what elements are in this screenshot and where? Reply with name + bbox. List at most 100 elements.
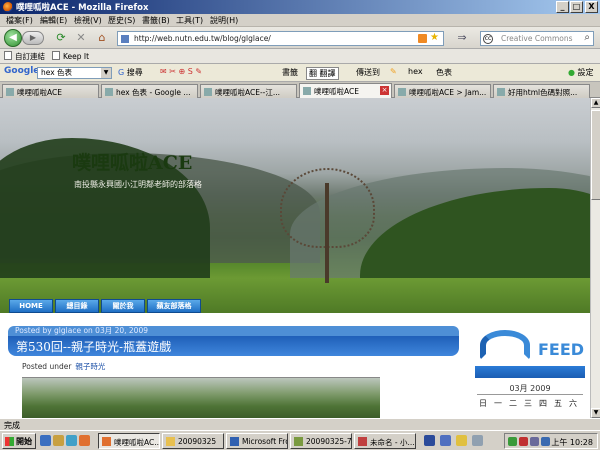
firefox-quicklaunch-icon[interactable] [79,435,90,446]
scroll-down-icon[interactable]: ▼ [591,408,600,418]
page-icon [4,51,12,60]
url-text[interactable]: http://web.nutn.edu.tw/blog/glglace/ [134,34,271,43]
menu-history[interactable]: 歷史(S) [108,15,135,26]
highlight-icon[interactable]: ✎ [390,67,397,76]
site-favicon-icon [121,35,129,43]
firefox-icon [3,2,13,12]
category-link[interactable]: 親子時光 [75,362,105,371]
start-button[interactable]: 開始 [2,433,36,449]
taskbar-window-paint[interactable]: 未命名 - 小... [354,433,416,449]
search-icon[interactable]: ⌕ [584,32,590,43]
scroll-thumb[interactable] [591,110,600,200]
toolbar-icon[interactable]: ✉ ✂ ⊕ S ✎ [160,67,202,76]
feed-badge[interactable]: FEED [478,328,586,368]
forward-button[interactable]: ▶ [22,31,44,45]
rss-feed-icon[interactable] [418,34,427,43]
tab[interactable]: hex 色表 - Google ... [101,84,198,98]
menu-bookmarks[interactable]: 書籤(B) [142,15,170,26]
menu-edit[interactable]: 編輯(E) [40,15,67,26]
search-input[interactable]: Creative Commons [501,34,573,43]
menu-help[interactable]: 說明(H) [210,15,238,26]
google-logo[interactable]: Google [4,66,39,76]
post-image[interactable] [22,377,380,418]
home-icon[interactable]: ⌂ [95,31,109,45]
close-tab-icon[interactable]: × [380,86,389,95]
help-icon[interactable] [456,435,467,446]
clock[interactable]: 上午 10:28 [551,437,593,448]
image-icon [294,437,303,446]
favicon-icon [398,88,406,96]
nav-index[interactable]: 總目錄 [55,299,99,313]
weekday-label: 四 [539,399,547,408]
search-term-color[interactable]: 色表 [436,67,452,78]
search-term-hex[interactable]: hex [408,67,423,76]
page-content: 噗哩呱啦ACE 南投縣永興國小江明鄰老師的部落格 HOME 總目錄 關於我 蘋友… [0,98,590,418]
translate-button[interactable]: 翻 翻譯 [306,67,339,80]
outlook-quicklaunch-icon[interactable] [53,435,64,446]
keyboard-icon[interactable] [472,435,483,446]
bookmark-star-icon[interactable]: ★ [430,32,439,43]
taskbar-window-image[interactable]: 20090325-7.j... [290,433,352,449]
tray-volume-icon[interactable] [530,437,539,446]
system-tray: 上午 10:28 [504,433,598,449]
nav-friends[interactable]: 蘋友部落格 [147,299,201,313]
bookmark-item[interactable]: 自訂連結 [4,51,45,62]
post-category: Posted under 親子時光 [22,362,106,371]
bookmarks-button[interactable]: 書籤 [282,67,298,78]
url-bar[interactable]: http://web.nutn.edu.tw/blog/glglace/ ★ [117,31,444,46]
blog-title[interactable]: 噗哩呱啦ACE [72,148,192,175]
send-to-button[interactable]: 傳送到 [356,67,380,78]
menu-tools[interactable]: 工具(T) [176,15,203,26]
ie-quicklaunch-icon[interactable] [40,435,51,446]
nav-about[interactable]: 關於我 [101,299,145,313]
desktop-quicklaunch-icon[interactable] [66,435,77,446]
google-search-input[interactable]: hex 色表 ▼ [37,67,112,79]
vertical-scrollbar[interactable]: ▲ ▼ [590,98,600,418]
tab-active[interactable]: 噗哩呱啦ACE × [299,83,392,98]
search-box[interactable]: cc Creative Commons ⌕ [480,31,594,46]
chevron-down-icon[interactable]: ▼ [101,68,111,78]
tab[interactable]: 噗哩呱啦ACE [2,84,99,98]
tray-antivirus-icon[interactable] [519,437,528,446]
menu-view[interactable]: 檢視(V) [74,15,102,26]
tab[interactable]: 噗哩呱啦ACE--江... [200,84,297,98]
menu-file[interactable]: 檔案(F) [6,15,33,26]
nav-home[interactable]: HOME [9,299,53,313]
paint-icon [358,437,367,446]
favicon-icon [497,88,505,96]
close-button[interactable]: X [585,1,598,13]
scroll-up-icon[interactable]: ▲ [591,98,600,108]
back-button[interactable]: ◀ [4,29,22,47]
taskbar-window-folder[interactable]: 20090325 [162,433,224,449]
tab[interactable]: 噗哩呱啦ACE > Jam... [394,84,491,98]
google-search-button[interactable]: G 搜尋 [118,67,143,78]
stop-icon[interactable]: ✕ [74,31,88,45]
go-icon[interactable]: ⇒ [455,31,469,45]
blog-description: 南投縣永興國小江明鄰老師的部落格 [74,180,202,189]
language-bar-icon[interactable] [424,435,435,446]
post-title[interactable]: 第530回--親子時光-瓶蓋遊戲 [16,338,171,355]
favicon-icon [105,88,113,96]
window-title: 噗哩呱啦ACE - Mozilla Firefox [16,3,149,13]
taskbar-window-firefox[interactable]: 噗哩呱啦AC... [98,433,160,449]
bookmark-item[interactable]: Keep It [52,51,89,61]
calendar-month: 03月 2009 [509,384,551,393]
weekday-label: 二 [509,399,517,408]
minimize-button[interactable]: _ [556,1,569,13]
tray-app-icon[interactable] [541,437,550,446]
calendar-widget: 03月 2009 日 一 二 三 四 五 六 [475,366,585,418]
input-method-icon[interactable] [440,435,451,446]
taskbar-window-frontpage[interactable]: Microsoft Fro... [226,433,288,449]
blog-header-banner: 噗哩呱啦ACE 南投縣永興國小江明鄰老師的部落格 [0,98,590,313]
weekday-label: 六 [569,399,577,408]
feed-swirl-icon [480,330,530,360]
settings-button[interactable]: ● 設定 [568,67,594,78]
tab[interactable]: 好用html色碼對照... [493,84,590,98]
gear-icon: ● [568,68,575,77]
reload-icon[interactable]: ⟳ [54,31,68,45]
weekday-label: 三 [524,399,532,408]
search-engine-icon[interactable]: cc [483,34,493,44]
weekday-label: 日 [479,399,487,408]
maximize-button[interactable]: □ [570,1,583,13]
tray-network-icon[interactable] [508,437,517,446]
